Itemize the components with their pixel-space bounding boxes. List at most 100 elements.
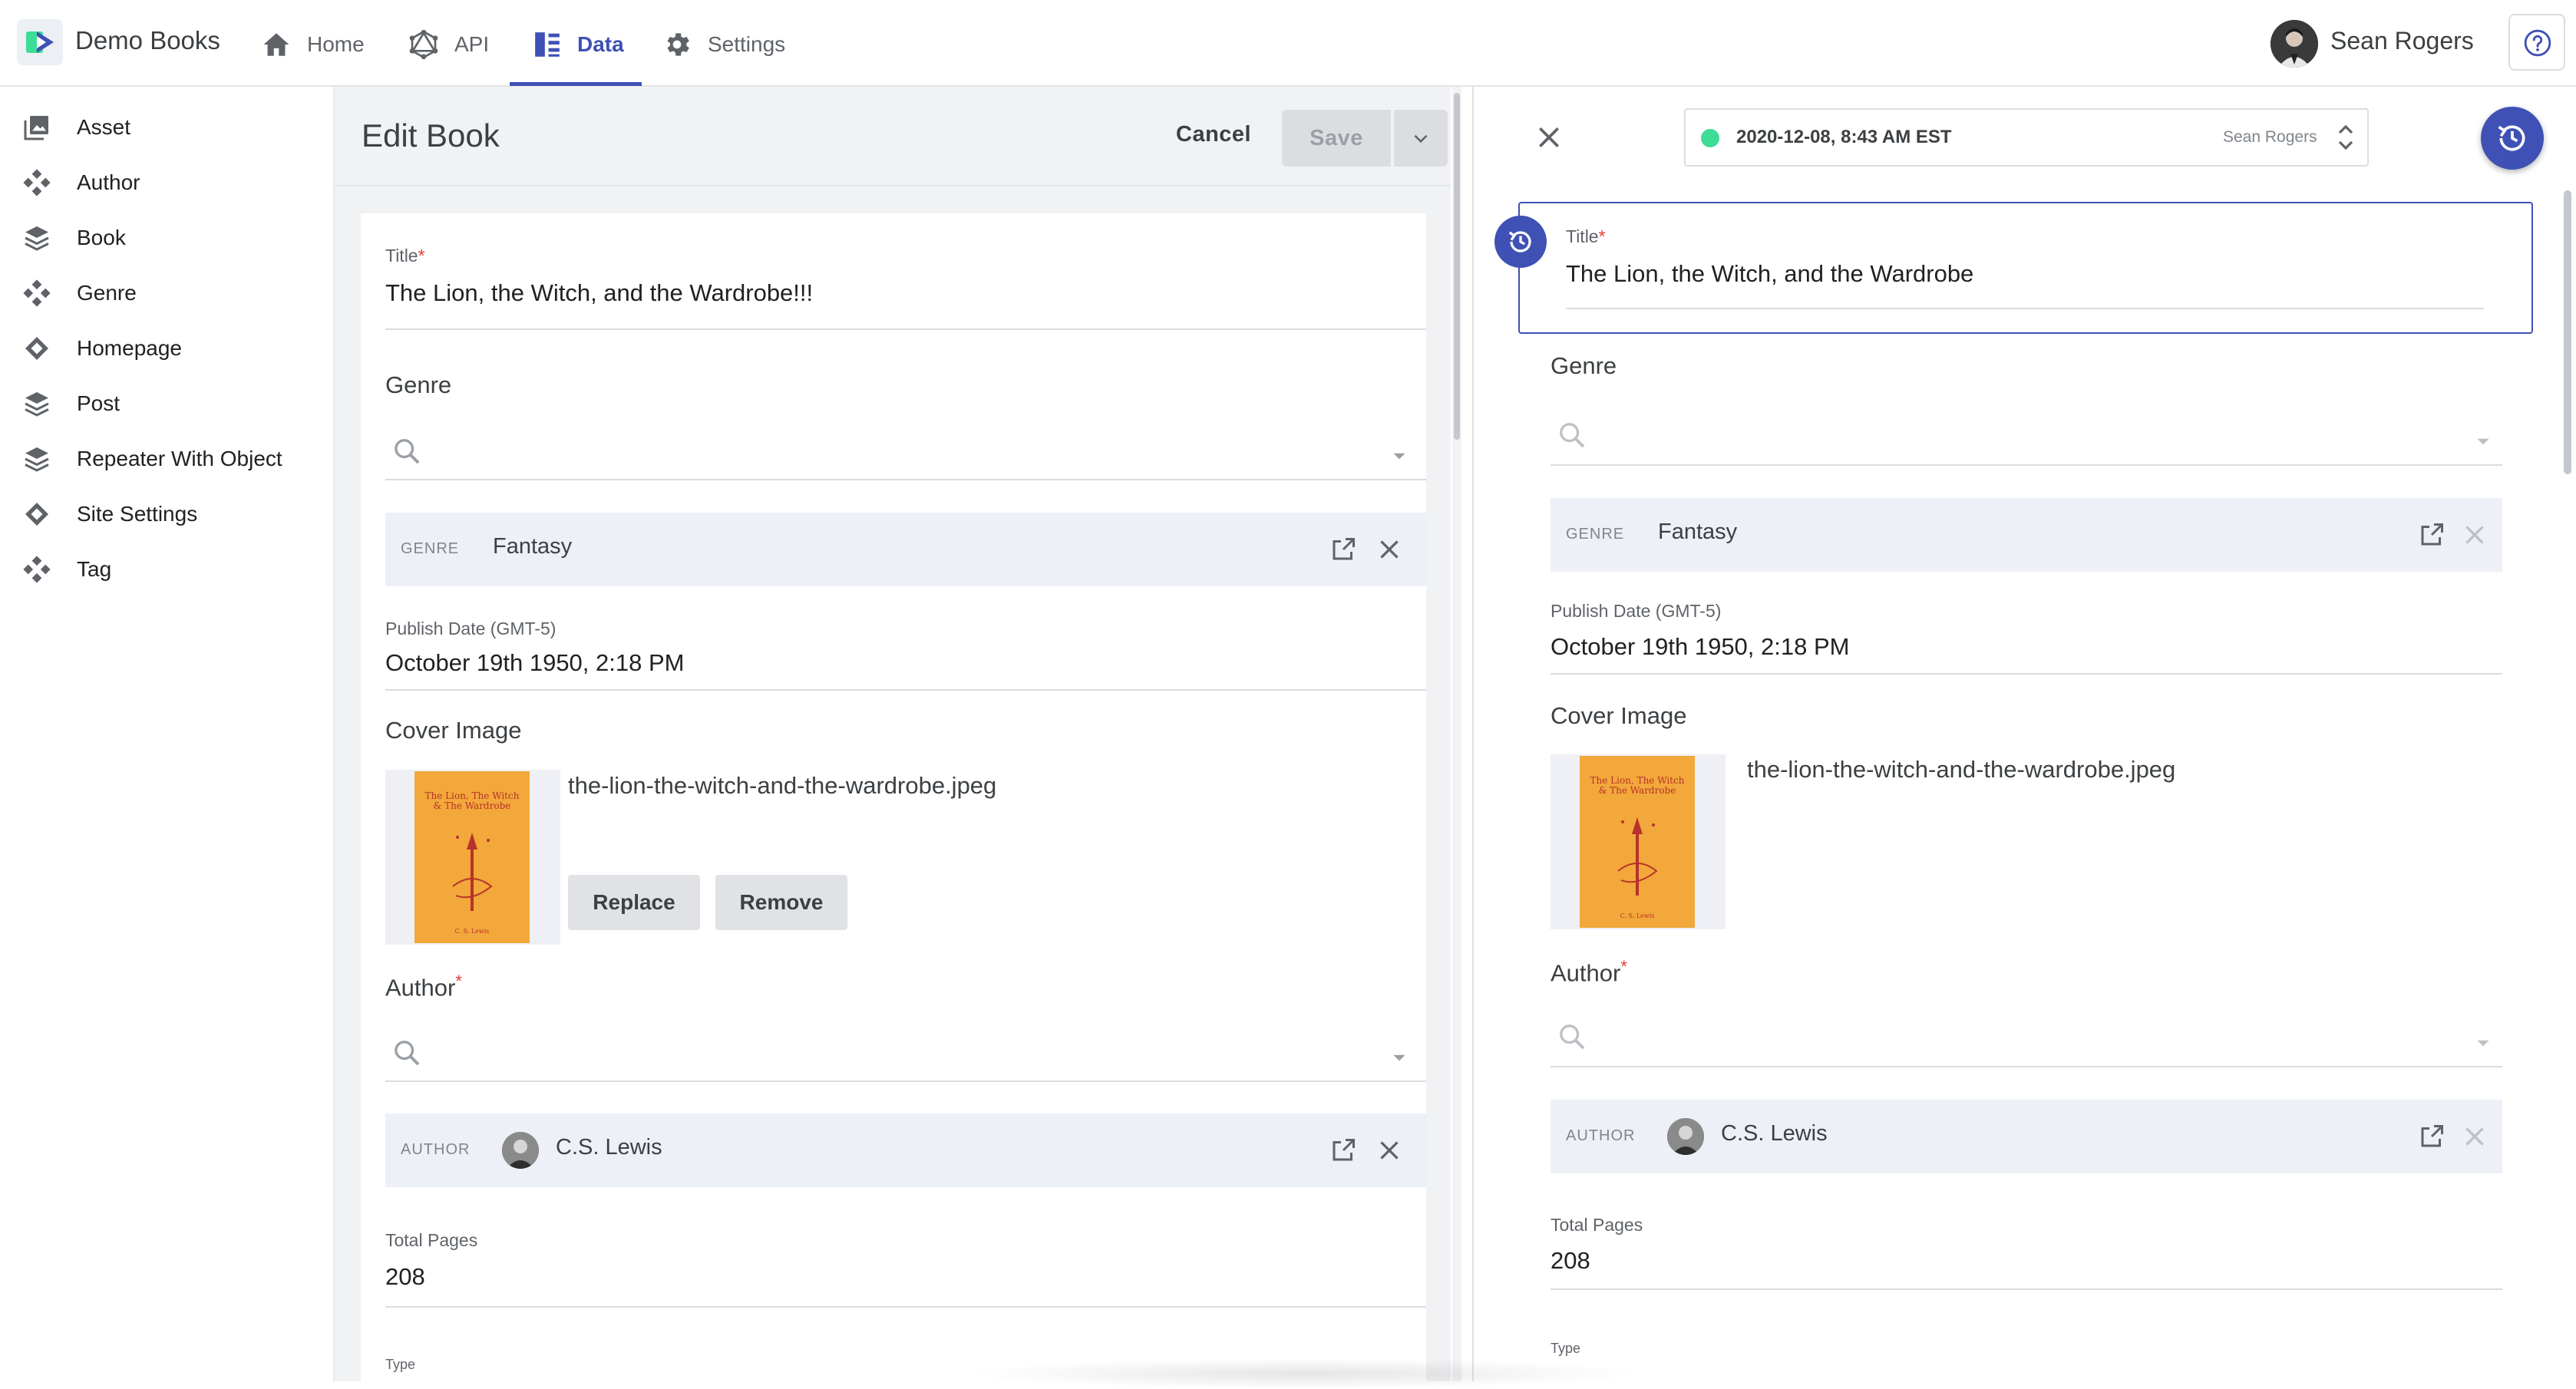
editor-scrollbar-thumb[interactable] xyxy=(1454,93,1460,440)
publish-date-input[interactable]: October 19th 1950, 2:18 PM xyxy=(385,649,684,677)
publish-date-underline xyxy=(385,689,1426,691)
app-name[interactable]: Demo Books xyxy=(75,26,220,55)
publish-date-label: Publish Date (GMT-5) xyxy=(385,619,556,638)
sidebar-item-author[interactable]: Author xyxy=(23,163,140,202)
page-title: Edit Book xyxy=(362,117,500,153)
history-author-kind-label: AUTHOR xyxy=(1566,1127,1636,1144)
version-date: 2020-12-08, 8:43 AM EST xyxy=(1736,127,1952,147)
component-icon xyxy=(23,169,51,196)
history-genre-name: Fantasy xyxy=(1658,520,1738,544)
nav-data[interactable]: Data xyxy=(533,29,624,60)
restore-icon xyxy=(1508,231,1531,252)
sidebar-item-label: Book xyxy=(77,226,126,249)
nav-home[interactable]: Home xyxy=(261,29,365,60)
sidebar-item-book[interactable]: Book xyxy=(23,219,126,257)
genre-kind-label: GENRE xyxy=(401,540,460,557)
close-icon[interactable] xyxy=(1376,1137,1403,1164)
gear-icon xyxy=(667,33,689,56)
close-icon xyxy=(2465,526,2484,544)
diamond-icon xyxy=(25,337,48,360)
close-history-icon[interactable] xyxy=(1534,122,1564,153)
sidebar-item-genre[interactable]: Genre xyxy=(23,274,137,312)
history-publish-date-underline xyxy=(1551,673,2502,675)
data-icon xyxy=(535,32,560,57)
unfold-icon xyxy=(2338,124,2353,150)
editor-scrollbar[interactable] xyxy=(1452,87,1461,1381)
user-avatar[interactable] xyxy=(2271,20,2318,68)
history-author-underline xyxy=(1551,1066,2502,1067)
title-underline xyxy=(385,328,1426,330)
sidebar-item-label: Homepage xyxy=(77,336,182,360)
open-in-new-icon[interactable] xyxy=(2418,521,2446,549)
edit-book-panel: Edit Book Cancel Save Title* The Lion, t… xyxy=(335,87,1451,1381)
history-genre-underline xyxy=(1551,464,2502,466)
title-label: Title* xyxy=(385,246,425,266)
caret-down-icon[interactable] xyxy=(1389,448,1409,464)
nav-home-label: Home xyxy=(307,32,365,56)
sidebar-item-site-settings[interactable]: Site Settings xyxy=(23,495,197,533)
close-icon[interactable] xyxy=(1376,536,1403,563)
remove-button[interactable]: Remove xyxy=(715,875,847,930)
author-underline xyxy=(385,1081,1426,1082)
help-button[interactable] xyxy=(2508,14,2565,71)
layers-icon xyxy=(25,447,49,472)
history-scrollbar-thumb[interactable] xyxy=(2564,190,2571,474)
total-pages-input[interactable]: 208 xyxy=(385,1263,425,1291)
title-input[interactable]: The Lion, the Witch, and the Wardrobe!!! xyxy=(385,279,813,307)
cover-image-thumbnail[interactable]: The Lion, The Witch & The Wardrobe C. S. … xyxy=(385,770,560,945)
sidebar-item-homepage[interactable]: Homepage xyxy=(23,329,182,368)
sidebar-item-tag[interactable]: Tag xyxy=(23,550,111,589)
diamond-icon xyxy=(25,503,48,526)
layers-icon xyxy=(25,226,49,251)
sidebar-item-label: Asset xyxy=(77,115,131,139)
title-diff-field[interactable]: Title* The Lion, the Witch, and the Ward… xyxy=(1518,202,2533,334)
user-name[interactable]: Sean Rogers xyxy=(2330,27,2474,55)
sidebar-item-label: Author xyxy=(77,170,140,194)
history-book-cover-title: The Lion, The Witch & The Wardrobe xyxy=(1590,775,1685,796)
history-author-avatar xyxy=(1667,1118,1704,1155)
sidebar-item-post[interactable]: Post xyxy=(23,384,120,423)
history-toggle-button[interactable] xyxy=(2481,107,2544,170)
author-search-input[interactable] xyxy=(438,1030,1389,1076)
history-genre-section-title: Genre xyxy=(1551,352,1617,379)
history-book-cover-author: C. S. Lewis xyxy=(1620,912,1655,919)
help-icon xyxy=(2524,29,2551,57)
editor-header: Edit Book Cancel Save xyxy=(335,87,1451,186)
cancel-button[interactable]: Cancel xyxy=(1176,122,1251,147)
history-icon xyxy=(2498,125,2525,151)
home-icon xyxy=(263,33,289,56)
cover-image-section-title: Cover Image xyxy=(385,717,522,744)
restore-title-button[interactable] xyxy=(1494,216,1547,268)
lamppost-illustration-icon xyxy=(452,833,493,911)
sidebar-item-asset[interactable]: Asset xyxy=(23,108,130,147)
genre-search-input[interactable] xyxy=(438,428,1389,474)
history-publish-date-value: October 19th 1950, 2:18 PM xyxy=(1551,633,1850,660)
sidebar-item-label: Genre xyxy=(77,281,137,305)
image-stack-icon xyxy=(24,116,48,140)
open-in-new-icon[interactable] xyxy=(2418,1123,2446,1150)
save-button[interactable]: Save xyxy=(1282,110,1391,167)
version-author: Sean Rogers xyxy=(2223,128,2317,146)
book-cover-title: The Lion, The Witch & The Wardrobe xyxy=(424,790,520,811)
history-total-pages-label: Total Pages xyxy=(1551,1215,1643,1235)
replace-button[interactable]: Replace xyxy=(568,875,700,930)
save-options-button[interactable] xyxy=(1394,110,1448,167)
sidebar-item-label: Tag xyxy=(77,557,112,581)
layers-icon xyxy=(25,392,49,417)
author-photo-icon xyxy=(1667,1118,1704,1155)
open-in-new-icon[interactable] xyxy=(1329,1137,1357,1164)
history-cover-image-thumbnail[interactable]: The Lion, The Witch & The Wardrobe C. S. … xyxy=(1551,754,1726,929)
sidebar-item-repeater-with-object[interactable]: Repeater With Object xyxy=(23,440,282,478)
bottom-shadow xyxy=(967,1358,1643,1389)
caret-down-icon[interactable] xyxy=(1389,1050,1409,1065)
version-selector[interactable]: 2020-12-08, 8:43 AM EST Sean Rogers xyxy=(1684,108,2369,167)
total-pages-underline xyxy=(385,1306,1426,1308)
open-in-new-icon[interactable] xyxy=(1329,536,1357,563)
caret-down-icon xyxy=(2477,1040,2489,1047)
app-logo[interactable] xyxy=(17,19,63,65)
chevron-down-icon xyxy=(1414,134,1428,144)
sidebar-item-label: Repeater With Object xyxy=(77,447,282,470)
nav-api[interactable]: API xyxy=(408,29,489,60)
nav-settings[interactable]: Settings xyxy=(662,29,785,60)
sidebar-item-label: Post xyxy=(77,391,121,415)
